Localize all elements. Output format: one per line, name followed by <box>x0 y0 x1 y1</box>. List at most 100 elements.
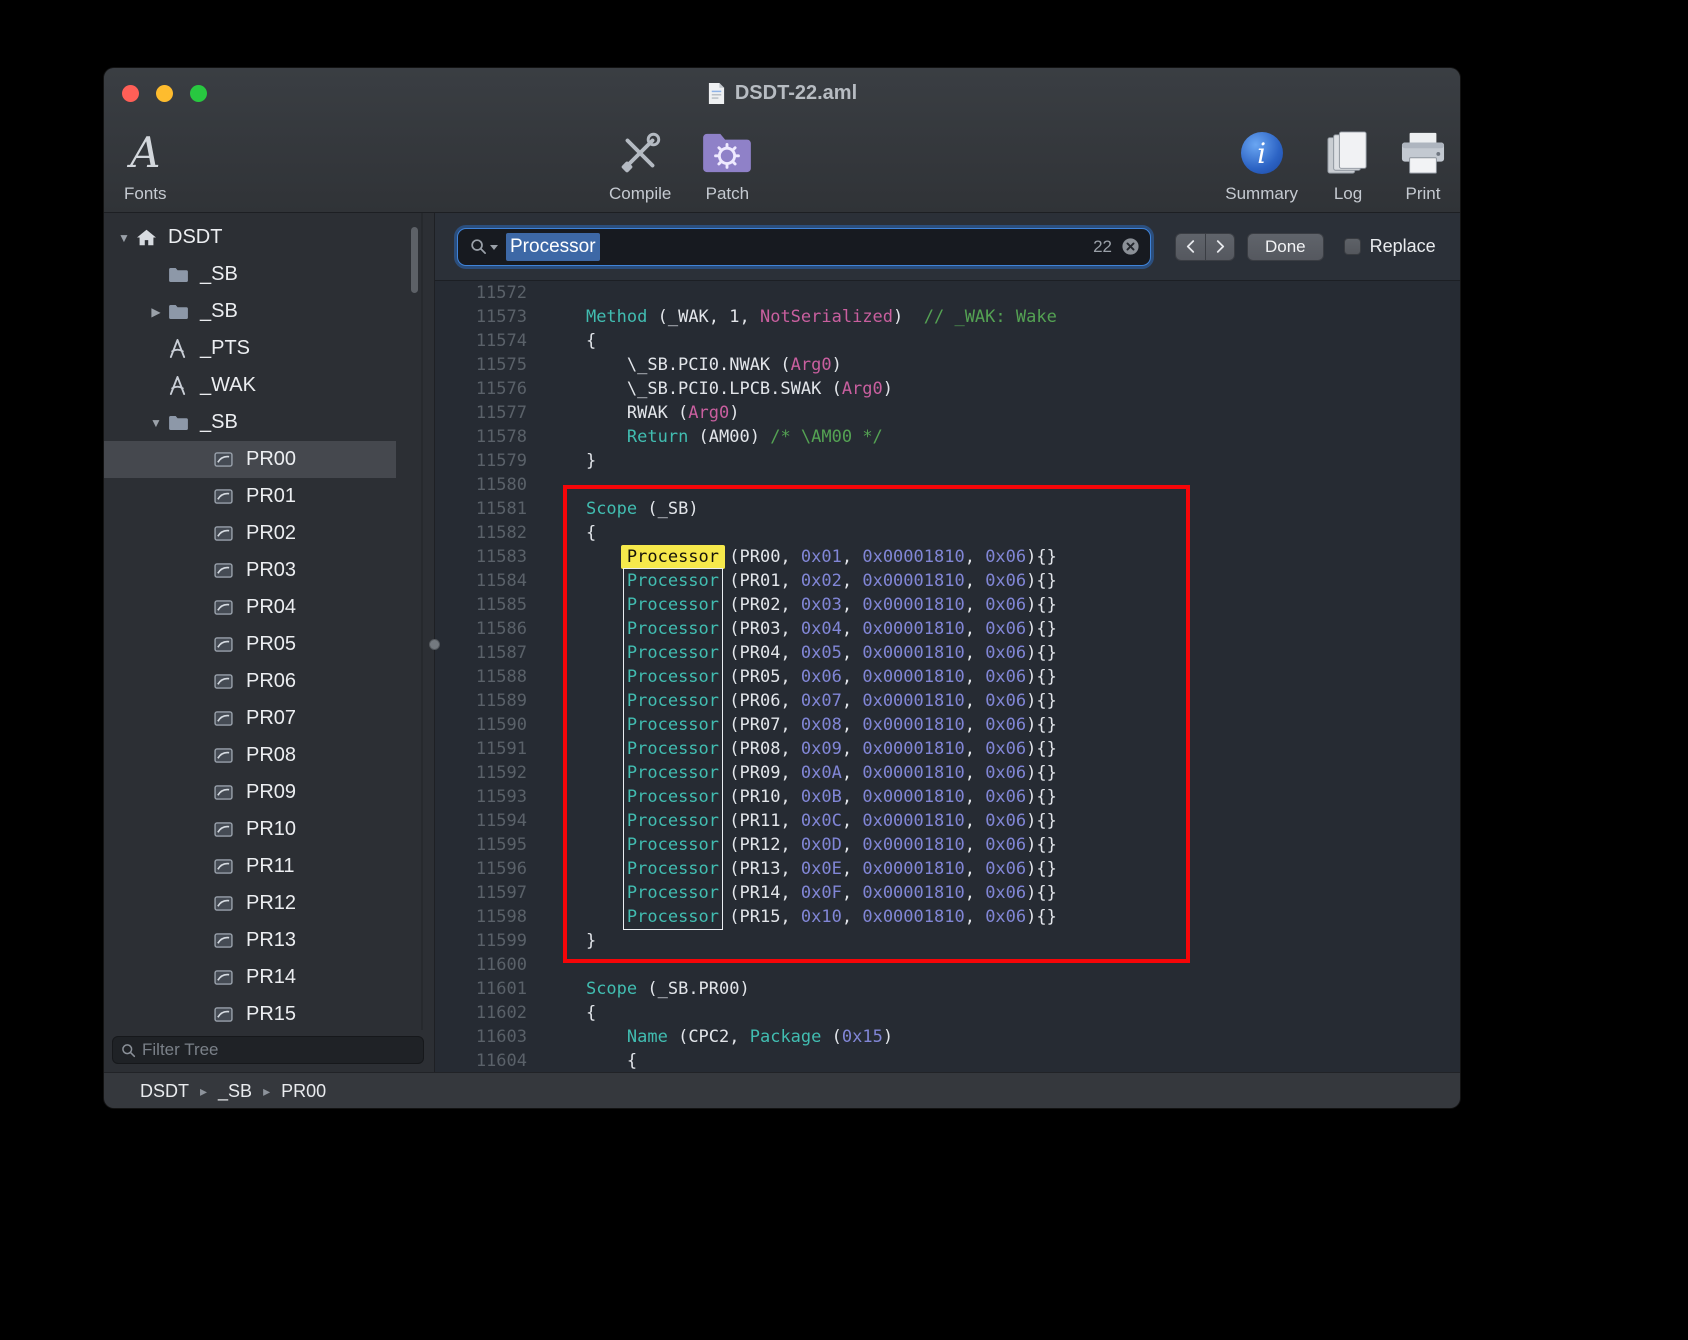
printer-icon <box>1398 127 1448 179</box>
tree-item-_wak[interactable]: _WAK <box>104 367 396 404</box>
tree-item-_sb[interactable]: _SB <box>104 256 396 293</box>
find-match: Processor <box>627 787 719 807</box>
search-icon <box>121 1043 136 1058</box>
code-editor[interactable]: 1157211573 Method (_WAK, 1, NotSerialize… <box>435 281 1460 1072</box>
search-options-chevron-icon[interactable] <box>490 245 498 250</box>
tree-item-pr14[interactable]: PR14 <box>104 959 396 996</box>
patch-button[interactable]: Patch <box>701 120 753 204</box>
tree-item-pr12[interactable]: PR12 <box>104 885 396 922</box>
code-line: 11601 Scope (_SB.PR00) <box>435 977 1460 1001</box>
breadcrumb-item[interactable]: _SB <box>218 1081 252 1102</box>
done-button[interactable]: Done <box>1247 233 1324 261</box>
code-token: ) <box>893 307 924 327</box>
code-token: , <box>965 787 985 807</box>
code-token: \_SB.PCI0.LPCB.SWAK ( <box>545 379 842 399</box>
compile-button[interactable]: Compile <box>609 120 671 204</box>
tree-item-pr13[interactable]: PR13 <box>104 922 396 959</box>
find-previous-button[interactable] <box>1175 233 1205 261</box>
code-token: , <box>842 643 862 663</box>
summary-button[interactable]: iSummary <box>1225 120 1298 204</box>
code-text: Processor (PR12, 0x0D, 0x00001810, 0x06)… <box>545 833 1057 857</box>
code-token: 0x06 <box>985 835 1026 855</box>
summary-info-icon: i <box>1241 127 1283 179</box>
code-token: (PR09, <box>719 763 801 783</box>
code-token: 0x00001810 <box>862 571 964 591</box>
tree-item-pr05[interactable]: PR05 <box>104 626 396 663</box>
tree-item-pr00[interactable]: PR00 <box>104 441 396 478</box>
breadcrumb-item[interactable]: DSDT <box>140 1081 189 1102</box>
code-token: , <box>965 811 985 831</box>
tree-item-_pts[interactable]: _PTS <box>104 330 396 367</box>
tree-item-pr10[interactable]: PR10 <box>104 811 396 848</box>
code-token <box>545 595 627 615</box>
tree-item-pr07[interactable]: PR07 <box>104 700 396 737</box>
code-token: (PR12, <box>719 835 801 855</box>
line-number: 11587 <box>435 641 527 665</box>
code-token <box>545 427 627 447</box>
code-line: 11589 Processor (PR06, 0x07, 0x00001810,… <box>435 689 1460 713</box>
filter-tree-input[interactable] <box>142 1040 415 1060</box>
code-token: 0x00001810 <box>862 739 964 759</box>
code-token: 0x10 <box>801 907 842 927</box>
code-token: 0x06 <box>985 763 1026 783</box>
tree-item-_sb[interactable]: ▼_SB <box>104 404 396 441</box>
code-token: , <box>965 763 985 783</box>
tree-item-pr15[interactable]: PR15 <box>104 996 396 1030</box>
disclosure-down-icon[interactable]: ▼ <box>144 416 168 430</box>
fonts-button[interactable]: AFonts <box>124 120 167 204</box>
minimize-window-button[interactable] <box>156 85 173 102</box>
code-token: , <box>842 571 862 591</box>
breadcrumb-item[interactable]: PR00 <box>281 1081 326 1102</box>
filter-tree-field[interactable] <box>112 1036 424 1064</box>
tree-item-dsdt[interactable]: ▼DSDT <box>104 219 396 256</box>
clear-search-icon[interactable] <box>1121 237 1140 256</box>
toolbar: AFonts Compile Patch iSummary Log Print <box>104 118 1460 212</box>
code-token <box>545 691 627 711</box>
code-token: ){} <box>1026 571 1057 591</box>
titlebar[interactable]: DSDT-22.aml <box>104 68 1460 118</box>
tree-item-pr01[interactable]: PR01 <box>104 478 396 515</box>
splitter-drag-handle[interactable] <box>429 639 440 650</box>
tree-item-_sb[interactable]: ▶_SB <box>104 293 396 330</box>
code-line: 11584 Processor (PR01, 0x02, 0x00001810,… <box>435 569 1460 593</box>
content-area: ▼DSDT_SB▶_SB_PTS _WAK ▼_SBPR00PR01PR02PR03… <box>104 213 1460 1072</box>
code-line: 11597 Processor (PR14, 0x0F, 0x00001810,… <box>435 881 1460 905</box>
line-number: 11597 <box>435 881 527 905</box>
find-input-field[interactable]: Processor 22 <box>457 228 1151 266</box>
code-text: Processor (PR04, 0x05, 0x00001810, 0x06)… <box>545 641 1057 665</box>
find-match: Processor <box>627 763 719 783</box>
code-token: 0x0F <box>801 883 842 903</box>
zoom-window-button[interactable] <box>190 85 207 102</box>
tree-item-pr09[interactable]: PR09 <box>104 774 396 811</box>
tree-item-pr11[interactable]: PR11 <box>104 848 396 885</box>
tree-item-label: _WAK <box>200 374 256 397</box>
find-match: Processor <box>627 619 719 639</box>
tree-item-pr06[interactable]: PR06 <box>104 663 396 700</box>
replace-checkbox[interactable] <box>1344 238 1361 255</box>
tree-item-pr08[interactable]: PR08 <box>104 737 396 774</box>
tree-item-pr03[interactable]: PR03 <box>104 552 396 589</box>
disclosure-down-icon[interactable]: ▼ <box>112 231 136 245</box>
code-line: 11575 \_SB.PCI0.NWAK (Arg0) <box>435 353 1460 377</box>
find-next-button[interactable] <box>1205 233 1235 261</box>
code-token: , <box>965 691 985 711</box>
tree-item-label: PR05 <box>246 633 296 656</box>
code-line: 11572 <box>435 281 1460 305</box>
disclosure-right-icon[interactable]: ▶ <box>144 305 168 319</box>
tree-item-pr04[interactable]: PR04 <box>104 589 396 626</box>
code-token: Return <box>627 427 688 447</box>
find-query-text[interactable]: Processor <box>506 233 600 261</box>
print-button[interactable]: Print <box>1398 120 1448 204</box>
house-icon <box>136 228 168 247</box>
code-token: (PR06, <box>719 691 801 711</box>
code-token <box>545 643 627 663</box>
line-number: 11582 <box>435 521 527 545</box>
close-window-button[interactable] <box>122 85 139 102</box>
code-text: Name (CPC2, Package (0x15) <box>545 1025 893 1049</box>
code-text: Processor (PR02, 0x03, 0x00001810, 0x06)… <box>545 593 1057 617</box>
code-token: ) <box>883 379 893 399</box>
code-token: ){} <box>1026 787 1057 807</box>
sidebar-scrollbar-thumb[interactable] <box>411 227 418 293</box>
tree-item-pr02[interactable]: PR02 <box>104 515 396 552</box>
log-button[interactable]: Log <box>1324 120 1372 204</box>
